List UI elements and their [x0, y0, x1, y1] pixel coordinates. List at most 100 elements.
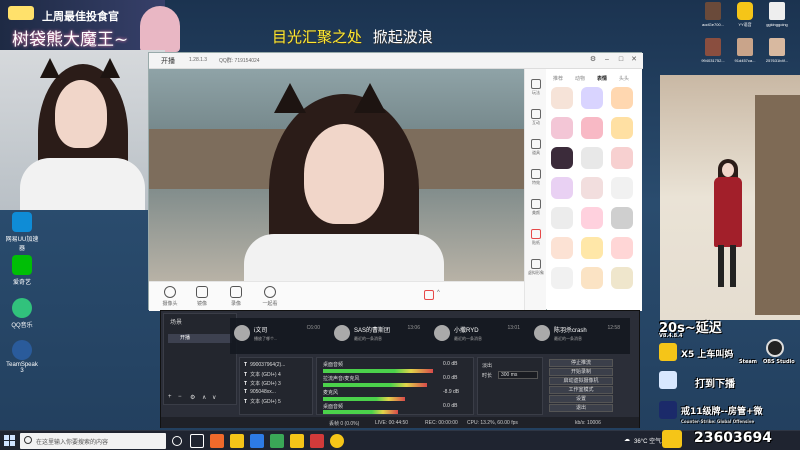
chat-contact[interactable]: SAS的曹斯团 最近的一条消息 13:06 [332, 322, 422, 348]
scene-item[interactable]: 开播 [168, 334, 232, 343]
taskbar-app-icon[interactable] [310, 434, 324, 448]
taskbar-app-icon[interactable] [230, 434, 244, 448]
mixer-db: -8.9 dB [443, 389, 460, 395]
taskbar-search[interactable]: 在这里输入你要搜索的内容 [20, 433, 166, 449]
steam-label: Steam [739, 359, 757, 365]
sticker-item[interactable] [611, 147, 633, 169]
chat-contact[interactable]: i文司 播放了哪个... C6:00 [232, 322, 322, 348]
desktop-icon-file[interactable]: aodGe700... [700, 2, 726, 27]
settings-icon[interactable]: ⚙ [589, 56, 597, 64]
desktop-icon-file[interactable]: 257631b4f... [764, 38, 790, 63]
shirt-shape [244, 234, 444, 281]
broadcaster-titlebar[interactable]: 开播 1.28.1.3 QQ群: 719154024 ⚙ – □ ✕ [149, 53, 643, 69]
sticker-item[interactable] [551, 87, 573, 109]
tab-expression[interactable]: 表情 [597, 75, 607, 82]
minimize-icon[interactable]: – [603, 56, 611, 64]
start-recording-button[interactable]: 开始录制 [549, 368, 613, 376]
sticker-item[interactable] [551, 207, 573, 229]
desktop-icon-teamspeak[interactable]: TeamSpeak 3 [4, 340, 40, 374]
sticker-item[interactable] [611, 87, 633, 109]
taskbar-app-icon[interactable] [270, 434, 284, 448]
tab-headwear[interactable]: 头头 [619, 75, 629, 82]
sticker-item[interactable] [581, 207, 603, 229]
sidebar-item-avatar[interactable]: 虚拟形象 [528, 259, 544, 276]
taskbar-app-icon[interactable] [210, 434, 224, 448]
camera-tool-button[interactable]: 摄像头 [153, 286, 187, 307]
sidebar-item-effects[interactable]: 特效 [528, 169, 544, 186]
transition-select[interactable]: 淡出 [482, 362, 492, 369]
start-button[interactable] [4, 435, 16, 447]
settings-button[interactable]: 设置 [549, 395, 613, 403]
chat-contact[interactable]: 小撒RYD 最近的一条消息 13:01 [432, 322, 522, 348]
mirror-tool-button[interactable]: 镜像 [185, 286, 219, 307]
exit-button[interactable]: 退出 [549, 404, 613, 412]
sticker-item[interactable] [551, 177, 573, 199]
sticker-item[interactable] [551, 267, 573, 289]
search-icon [24, 436, 32, 444]
desktop-icon-uu[interactable]: 网易UU加速器 [4, 212, 40, 252]
sticker-item[interactable] [581, 117, 603, 139]
desktop-icon-file[interactable]: 994031752... [700, 38, 726, 63]
sidebar-item-stickers[interactable]: 贴纸 [528, 229, 544, 246]
props-icon [531, 139, 541, 149]
move-down-icon[interactable]: ∨ [212, 394, 216, 401]
sticker-item[interactable] [551, 237, 573, 259]
cat-ear-right-icon [354, 83, 386, 113]
chat-contact[interactable]: 陈羽杀crash 最近的一条消息 12:58 [532, 322, 622, 348]
source-row[interactable]: T 文本 (GDI+) 4 [244, 371, 281, 379]
tab-animal[interactable]: 动物 [575, 75, 585, 82]
mixer-label: 桌面音频 [323, 404, 344, 410]
desktop-icon-doc[interactable]: ggkinggoing [764, 2, 790, 27]
tab-recommend[interactable]: 推荐 [553, 75, 563, 82]
sticker-item[interactable] [611, 207, 633, 229]
sidebar-item-beauty[interactable]: 美颜 [528, 199, 544, 216]
source-row[interactable]: T 905048xx... [244, 389, 276, 397]
source-row[interactable]: T 990037964(2)... [244, 362, 285, 370]
screen-share-icon[interactable] [424, 290, 434, 300]
sticker-item[interactable] [611, 267, 633, 289]
sticker-item[interactable] [611, 117, 633, 139]
scene-settings-icon[interactable]: ⚙ [190, 394, 195, 401]
task-view-icon[interactable] [190, 434, 204, 448]
taskbar-app-icon[interactable] [250, 434, 264, 448]
sidebar-item-gameplay[interactable]: 玩法 [528, 79, 544, 96]
sidebar-item-props[interactable]: 道具 [528, 139, 544, 156]
taskbar-app-icon[interactable] [290, 434, 304, 448]
source-row[interactable]: T 文本 (GDI+) 5 [244, 398, 281, 406]
close-icon[interactable]: ✕ [630, 56, 638, 64]
sidebar-item-interact[interactable]: 互动 [528, 109, 544, 126]
desktop-icon-qqmusic[interactable]: QQ音乐 [4, 298, 40, 329]
sidebar-item-label: 虚拟形象 [528, 270, 544, 275]
sticker-item[interactable] [611, 237, 633, 259]
obs-app-icon[interactable] [766, 339, 784, 357]
source-label: 905048xx... [250, 389, 276, 395]
move-up-icon[interactable]: ∧ [202, 394, 206, 401]
cat-ear-left-icon [40, 58, 60, 78]
sticker-item[interactable] [581, 177, 603, 199]
sticker-item[interactable] [581, 87, 603, 109]
duration-input[interactable]: 300 ms [498, 371, 538, 379]
desktop-icon-iqiyi[interactable]: 爱奇艺 [4, 255, 40, 286]
sticker-item[interactable] [611, 177, 633, 199]
desktop-icon-yy[interactable]: YY语音 [732, 2, 758, 28]
studio-mode-button[interactable]: 工作室模式 [549, 386, 613, 394]
stop-stream-button[interactable]: 停止推流 [549, 359, 613, 367]
sticker-item[interactable] [551, 117, 573, 139]
watch-together-tool-button[interactable]: 一起看 [253, 286, 287, 307]
add-scene-icon[interactable]: + [168, 394, 172, 400]
sticker-item[interactable] [581, 267, 603, 289]
remove-scene-icon[interactable]: − [178, 394, 182, 400]
chevron-up-icon[interactable]: ^ [437, 290, 440, 296]
desktop-icon-file[interactable]: 91d457ca... [732, 38, 758, 63]
taskbar-app-icon[interactable] [330, 434, 344, 448]
sticker-item[interactable] [581, 237, 603, 259]
sticker-item[interactable] [551, 147, 573, 169]
record-tool-button[interactable]: 录像 [219, 286, 253, 307]
beauty-icon [531, 199, 541, 209]
source-row[interactable]: T 文本 (GDI+) 3 [244, 380, 281, 388]
weather-icon[interactable]: ☁ [624, 436, 630, 443]
virtual-camera-button[interactable]: 启动虚拟摄像机 [549, 377, 613, 385]
maximize-icon[interactable]: □ [617, 56, 625, 64]
sticker-item[interactable] [581, 147, 603, 169]
cortana-icon[interactable] [172, 436, 182, 446]
